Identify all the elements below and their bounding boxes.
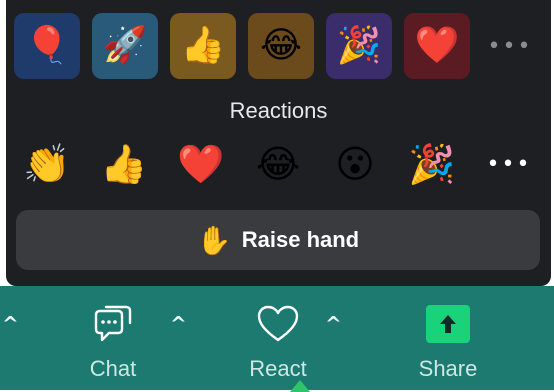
reactions-title: Reactions bbox=[229, 98, 328, 123]
more-options-icon[interactable]: ••• bbox=[488, 13, 532, 79]
party-popper-reaction-button[interactable]: 🎉 bbox=[405, 137, 459, 191]
meeting-toolbar: ^ Chat ^ React ^ Share bbox=[0, 286, 554, 390]
react-label: React bbox=[249, 356, 307, 381]
chevron-up-icon[interactable]: ^ bbox=[2, 312, 19, 336]
chat-icon bbox=[90, 304, 136, 344]
chat-button[interactable]: Chat bbox=[58, 286, 168, 390]
surprised-face-icon: 😮 bbox=[335, 142, 375, 186]
reactions-popup: 🎈 🚀 👍 😂 🎉 ❤️ ••• Reactions 👏 👍 ❤️ � bbox=[6, 0, 551, 286]
party-popper-icon: 🎉 bbox=[336, 25, 382, 66]
tears-of-joy-tile[interactable]: 😂 bbox=[248, 13, 314, 79]
tears-of-joy-icon: 😂 bbox=[259, 25, 303, 66]
clapping-hands-icon: 👏 bbox=[23, 142, 71, 186]
surprised-reaction-button[interactable]: 😮 bbox=[328, 137, 382, 191]
party-popper-tile[interactable]: 🎉 bbox=[326, 13, 392, 79]
share-button[interactable]: Share bbox=[393, 286, 503, 390]
raise-hand-button[interactable]: ✋ Raise hand bbox=[16, 210, 540, 270]
rocket-icon: 🚀 bbox=[102, 25, 148, 66]
pointer-cursor-icon bbox=[290, 380, 310, 392]
tears-of-joy-reaction-button[interactable]: 😂 bbox=[251, 137, 305, 191]
raised-hand-icon: ✋ bbox=[196, 223, 232, 257]
chat-label: Chat bbox=[89, 356, 137, 381]
thumbs-up-reaction-button[interactable]: 👍 bbox=[97, 137, 151, 191]
reactions-row: 👏 👍 ❤️ 😂 😮 🎉 ••• bbox=[20, 136, 540, 192]
heart-tile[interactable]: ❤️ bbox=[404, 13, 470, 79]
heart-reaction-button[interactable]: ❤️ bbox=[174, 137, 228, 191]
share-label: Share bbox=[418, 356, 478, 381]
react-chevron-up-icon[interactable]: ^ bbox=[325, 312, 342, 336]
thumbs-up-icon: 👍 bbox=[100, 142, 148, 186]
balloon-icon: 🎈 bbox=[24, 25, 70, 66]
react-button[interactable]: React bbox=[223, 286, 333, 390]
chat-chevron-up-icon[interactable]: ^ bbox=[170, 312, 187, 336]
thumbs-up-icon: 👍 bbox=[180, 25, 226, 66]
heart-icon: ❤️ bbox=[414, 25, 460, 66]
clap-reaction-button[interactable]: 👏 bbox=[20, 137, 74, 191]
thumbs-up-tile[interactable]: 👍 bbox=[170, 13, 236, 79]
heart-icon: ❤️ bbox=[177, 142, 225, 186]
heart-outline-icon bbox=[255, 304, 301, 344]
balloon-tile[interactable]: 🎈 bbox=[14, 13, 80, 79]
party-popper-icon: 🎉 bbox=[408, 142, 456, 186]
tears-of-joy-icon: 😂 bbox=[255, 142, 301, 186]
rocket-tile[interactable]: 🚀 bbox=[92, 13, 158, 79]
share-icon bbox=[425, 304, 471, 344]
recent-reactions-strip: 🎈 🚀 👍 😂 🎉 ❤️ ••• bbox=[6, 6, 551, 86]
raise-hand-label: Raise hand bbox=[241, 227, 360, 252]
more-reactions-button[interactable]: ••• bbox=[482, 137, 536, 191]
